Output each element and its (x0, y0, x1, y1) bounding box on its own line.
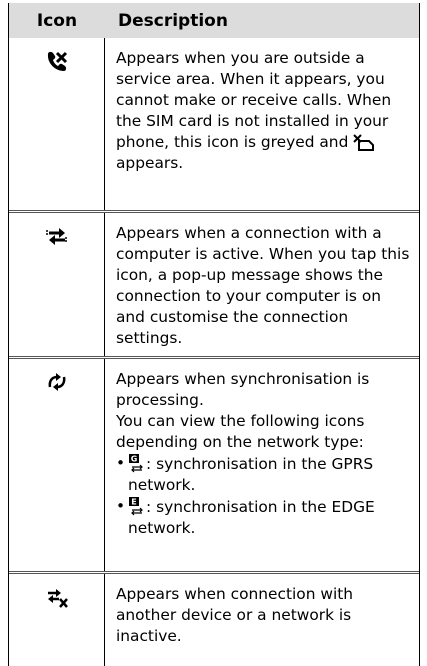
edge-sync-description: : synchronisation in the EDGE network. (128, 498, 375, 537)
table-row: Appears when you are outside a service a… (9, 38, 419, 213)
bullet-icon: • (116, 454, 126, 472)
description-cell: Appears when you are outside a service a… (105, 38, 419, 210)
icon-cell (9, 574, 105, 666)
row-description-end: appears. (116, 154, 184, 172)
row-description: Appears when you are outside a service a… (116, 49, 392, 151)
table-row: Appears when connection with another dev… (9, 574, 419, 666)
list-item: • E : synchronisation in the EDGE networ… (116, 496, 411, 539)
description-cell: Appears when synchronisation is processi… (105, 359, 419, 571)
edge-sync-icon: E (129, 497, 143, 516)
synchronisation-icon (48, 373, 65, 391)
list-item: • G : synchronisation in the GPRS networ… (116, 453, 411, 496)
no-service-icon (47, 51, 67, 71)
row-description: Appears when connection with another dev… (116, 585, 354, 645)
bullet-icon: • (116, 497, 126, 515)
description-cell: Appears when connection with another dev… (105, 574, 419, 666)
activesync-connection-icon (45, 228, 67, 245)
gprs-sync-icon: G (129, 454, 143, 473)
gprs-sync-description: : synchronisation in the GPRS network. (128, 455, 374, 494)
table-header: Icon Description (9, 3, 419, 38)
icon-cell (9, 38, 105, 210)
icon-column-header: Icon (36, 10, 78, 31)
no-sim-icon (353, 134, 375, 151)
description-column-header: Description (118, 10, 228, 31)
icon-cell (9, 213, 105, 356)
icon-description-table: Icon Description Appears when you are ou… (8, 3, 420, 666)
row-description-line2: You can view the following icons dependi… (116, 412, 365, 451)
row-description: Appears when a connection with a compute… (116, 224, 410, 347)
edge-icon-letter: E (131, 498, 136, 507)
connection-inactive-icon (47, 589, 68, 608)
table-row: Appears when a connection with a compute… (9, 213, 419, 359)
icon-cell (9, 359, 105, 571)
row-description-line1: Appears when synchronisation is processi… (116, 370, 370, 409)
gprs-icon-letter: G (131, 455, 138, 464)
description-cell: Appears when a connection with a compute… (105, 213, 419, 356)
table-row: Appears when synchronisation is processi… (9, 359, 419, 574)
